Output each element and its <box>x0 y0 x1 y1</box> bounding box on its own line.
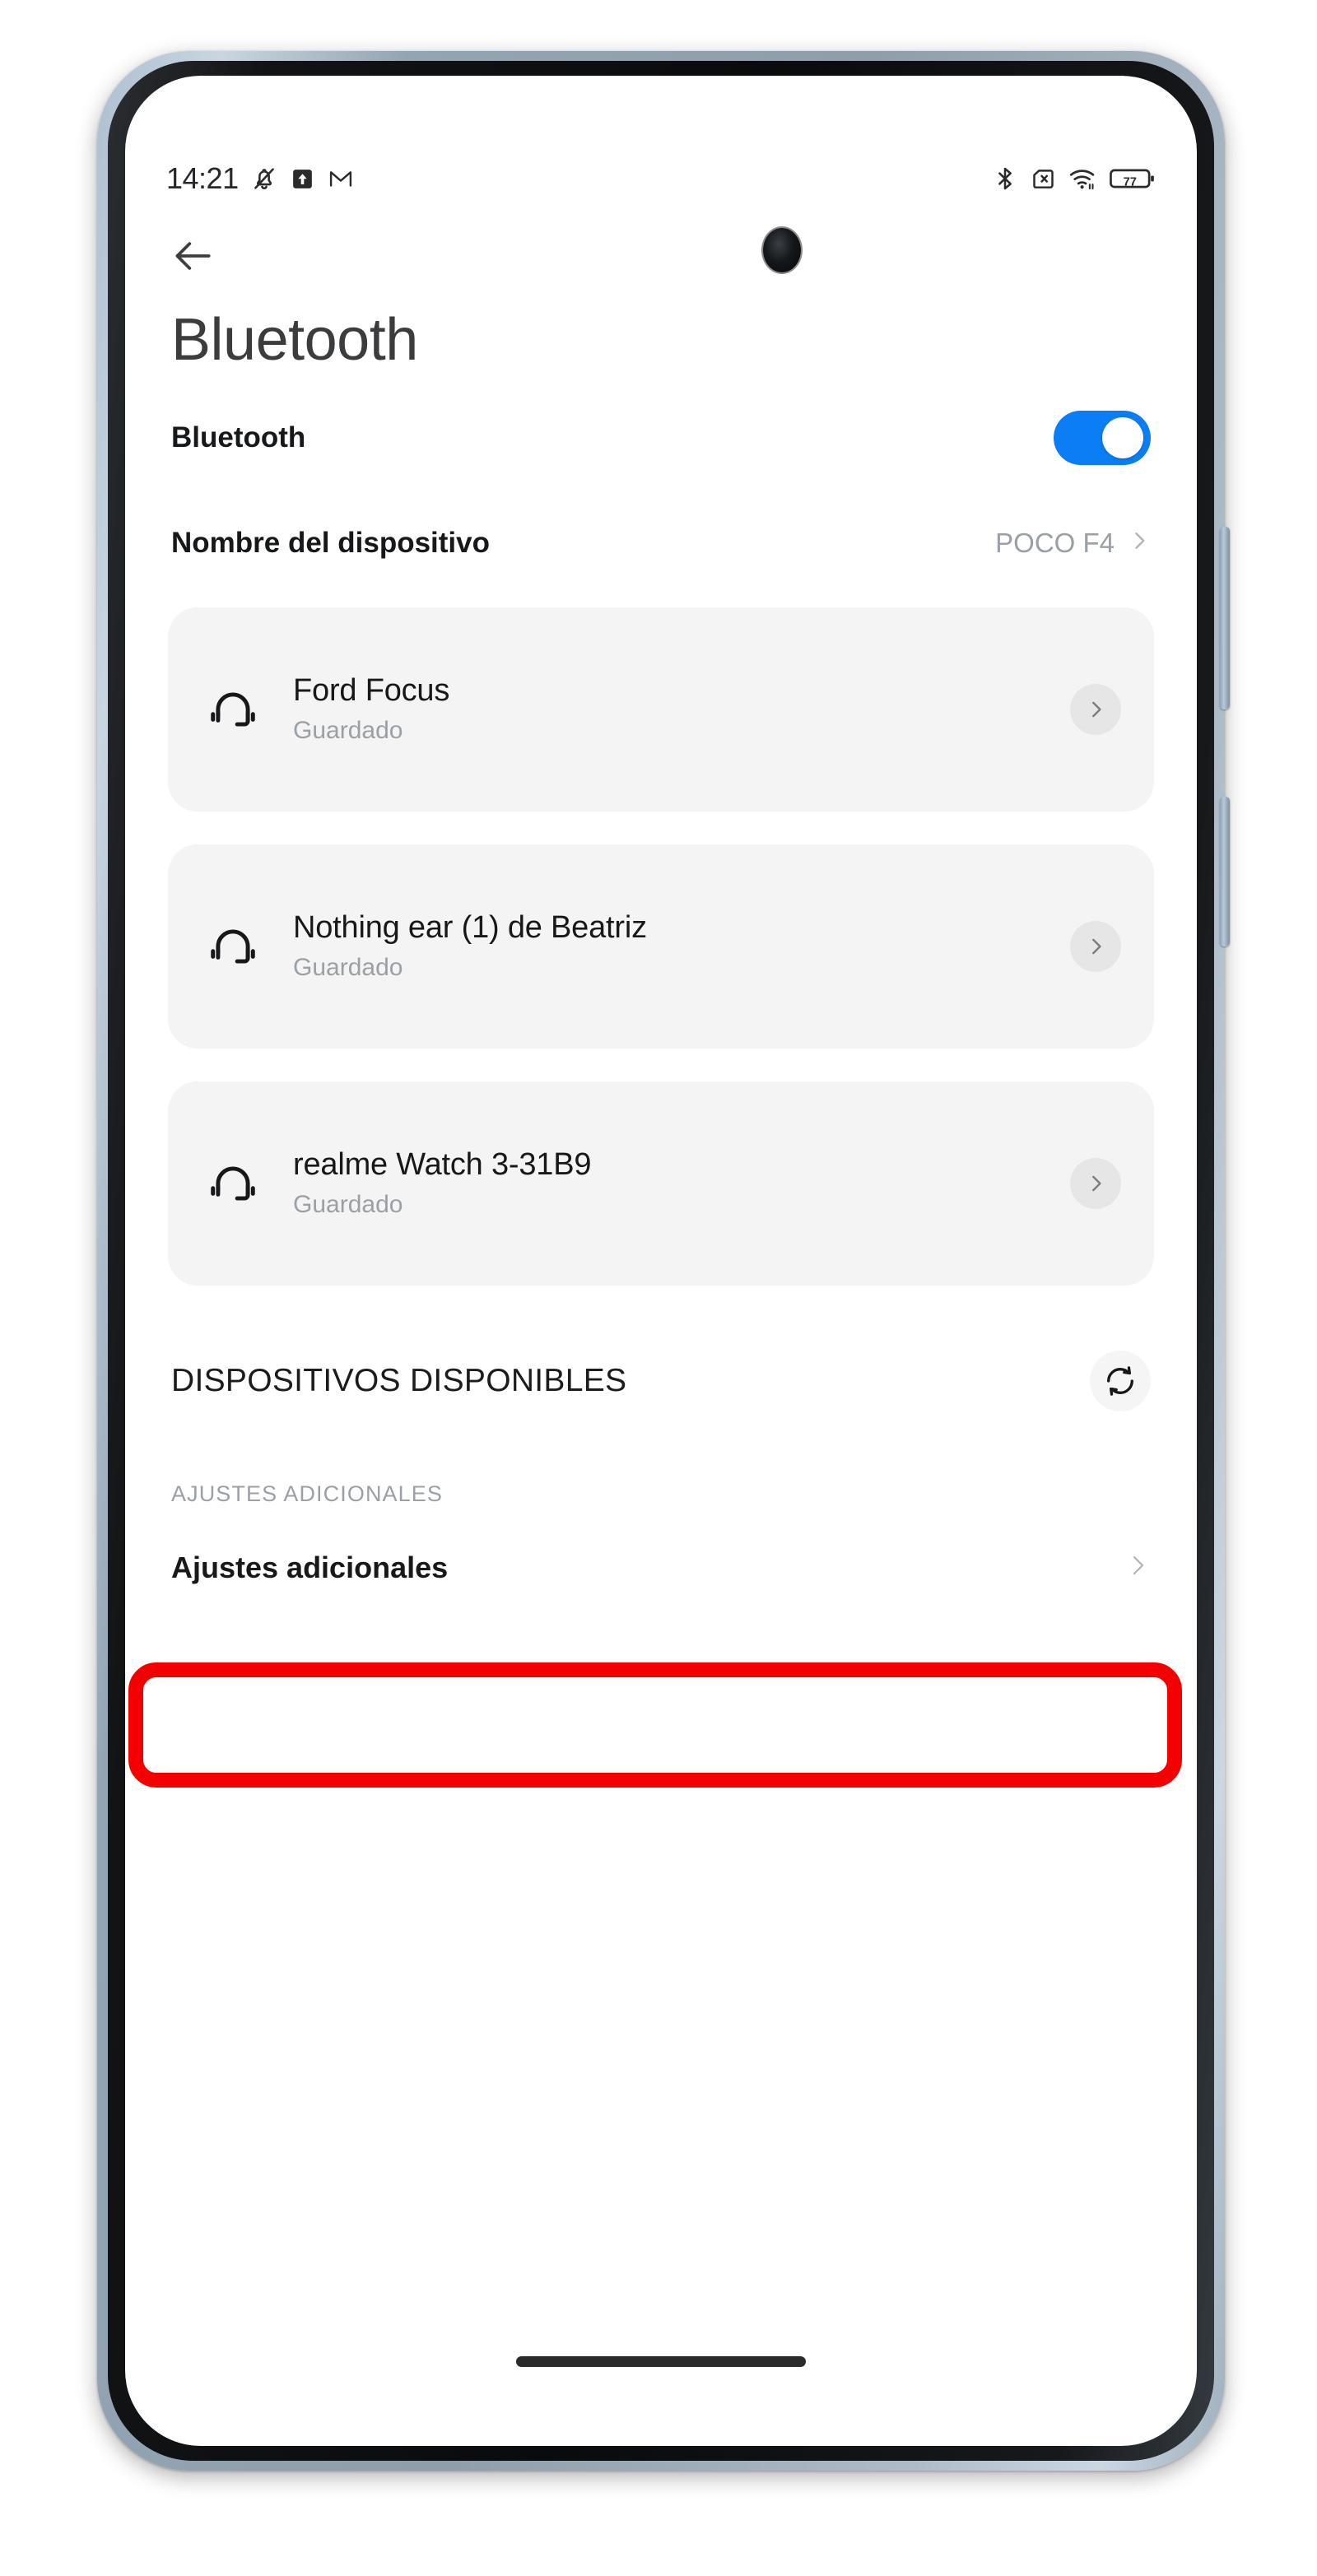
additional-settings-header: AJUSTES ADICIONALES <box>171 1481 443 1506</box>
device-name-label: Nombre del dispositivo <box>171 526 490 559</box>
headset-icon <box>198 921 268 972</box>
device-name-text: Nothing ear (1) de Beatriz <box>293 910 647 946</box>
settings-content: Bluetooth Bluetooth Nombre del dispositi… <box>125 207 1197 1620</box>
device-text: Ford Focus Guardado <box>293 673 449 745</box>
chevron-right-icon <box>1124 1552 1151 1583</box>
phone-screen: 14:21 77 Bluetooth Bluetooth Nombre del … <box>125 76 1197 2446</box>
device-name-value: POCO F4 <box>995 527 1115 558</box>
refresh-icon[interactable] <box>1090 1350 1151 1411</box>
status-bar-left: 14:21 <box>166 161 355 196</box>
device-status-text: Guardado <box>293 717 403 745</box>
silent-mode-icon <box>250 165 278 193</box>
additional-settings-row[interactable]: Ajustes adicionales <box>125 1515 1197 1620</box>
device-settings-chevron-icon[interactable] <box>1070 1157 1121 1209</box>
toolbar <box>125 207 1197 288</box>
headset-icon <box>198 1158 268 1209</box>
available-devices-label: DISPOSITIVOS DISPONIBLES <box>171 1362 627 1398</box>
device-settings-chevron-icon[interactable] <box>1070 683 1121 735</box>
device-card-nothing-ear[interactable]: Nothing ear (1) de Beatriz Guardado <box>168 844 1154 1049</box>
upload-icon <box>290 166 315 192</box>
bluetooth-icon <box>992 165 1018 192</box>
status-bar: 14:21 77 <box>125 150 1197 207</box>
front-camera <box>763 228 801 272</box>
wifi-icon <box>1068 165 1098 193</box>
toggle-knob <box>1102 416 1143 458</box>
device-name-text: realme Watch 3-31B9 <box>293 1147 592 1183</box>
page-title: Bluetooth <box>171 307 418 373</box>
home-gesture-bar[interactable] <box>516 2356 806 2367</box>
volume-button[interactable] <box>1220 527 1230 709</box>
screenshot-canvas: 14:21 77 Bluetooth Bluetooth Nombre del … <box>0 0 1317 2576</box>
device-status-text: Guardado <box>293 1191 403 1219</box>
paired-devices-list: Ford Focus Guardado Nothing ear (1) de B… <box>125 596 1197 1286</box>
no-sim-icon <box>1030 165 1057 193</box>
bluetooth-toggle-control <box>1054 410 1151 465</box>
status-bar-clock: 14:21 <box>166 161 239 195</box>
back-arrow-icon[interactable] <box>168 230 219 281</box>
device-status-text: Guardado <box>293 954 403 982</box>
svg-text:77: 77 <box>1124 176 1137 189</box>
headset-icon <box>198 684 268 735</box>
power-button[interactable] <box>1220 797 1230 946</box>
device-card-realme-watch[interactable]: realme Watch 3-31B9 Guardado <box>168 1081 1154 1286</box>
device-name-right: POCO F4 <box>995 528 1151 559</box>
gmail-icon <box>327 165 355 193</box>
device-name-row[interactable]: Nombre del dispositivo POCO F4 <box>125 491 1197 596</box>
bluetooth-toggle-label: Bluetooth <box>171 421 306 453</box>
device-text: Nothing ear (1) de Beatriz Guardado <box>293 910 647 982</box>
device-settings-chevron-icon[interactable] <box>1070 920 1121 972</box>
chevron-right-icon <box>1128 529 1151 556</box>
bluetooth-toggle-switch[interactable] <box>1054 410 1151 465</box>
device-card-ford-focus[interactable]: Ford Focus Guardado <box>168 607 1154 811</box>
available-devices-row[interactable]: DISPOSITIVOS DISPONIBLES <box>125 1318 1197 1444</box>
additional-settings-label: Ajustes adicionales <box>171 1550 449 1584</box>
device-text: realme Watch 3-31B9 Guardado <box>293 1147 591 1219</box>
battery-icon: 77 <box>1110 165 1156 192</box>
status-bar-right: 77 <box>992 165 1156 193</box>
device-name-text: Ford Focus <box>293 673 450 709</box>
bluetooth-toggle-row[interactable]: Bluetooth <box>125 385 1197 491</box>
